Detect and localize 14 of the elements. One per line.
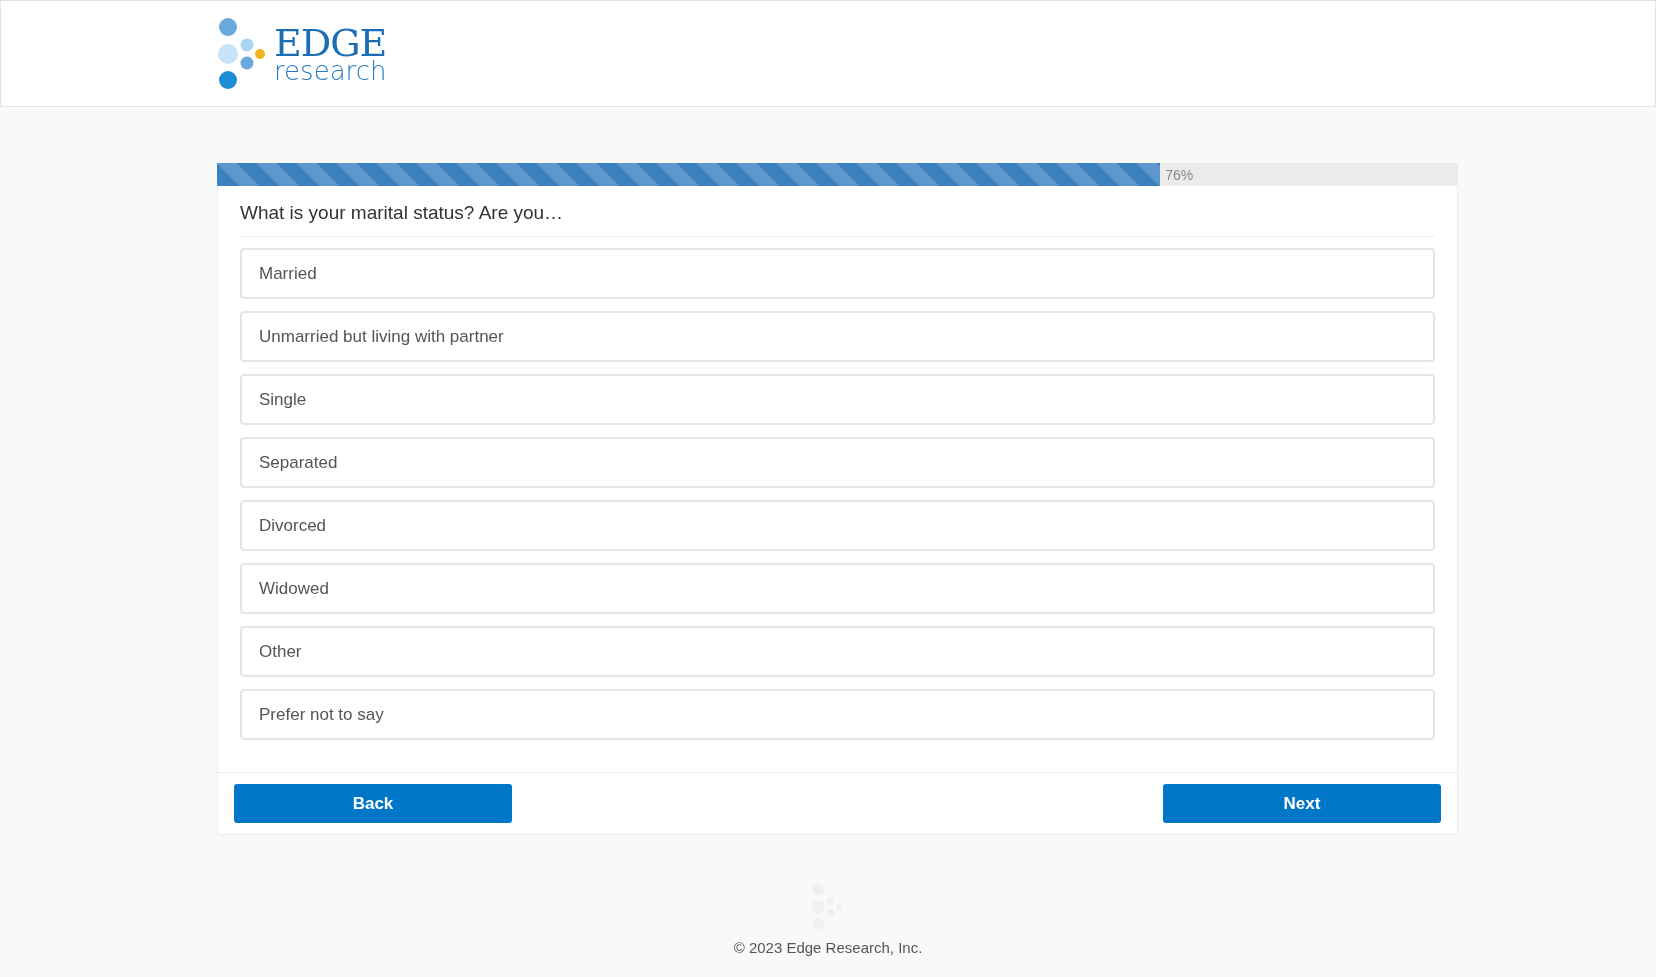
next-button[interactable]: Next	[1163, 784, 1441, 823]
answer-option[interactable]: Widowed	[240, 563, 1435, 614]
answer-option[interactable]: Unmarried but living with partner	[240, 311, 1435, 362]
answer-option[interactable]: Prefer not to say	[240, 689, 1435, 740]
copyright-text: © 2023 Edge Research, Inc.	[733, 939, 923, 956]
answer-option[interactable]: Divorced	[240, 500, 1435, 551]
progress-label: 76%	[1165, 166, 1194, 183]
back-button[interactable]: Back	[234, 784, 512, 823]
question-text: What is your marital status? Are you…	[240, 202, 1435, 237]
answer-option[interactable]: Single	[240, 374, 1435, 425]
answer-option[interactable]: Other	[240, 626, 1435, 677]
answer-option[interactable]: Married	[240, 248, 1435, 299]
dots-logo-icon	[218, 17, 268, 90]
answer-option[interactable]: Separated	[240, 437, 1435, 488]
